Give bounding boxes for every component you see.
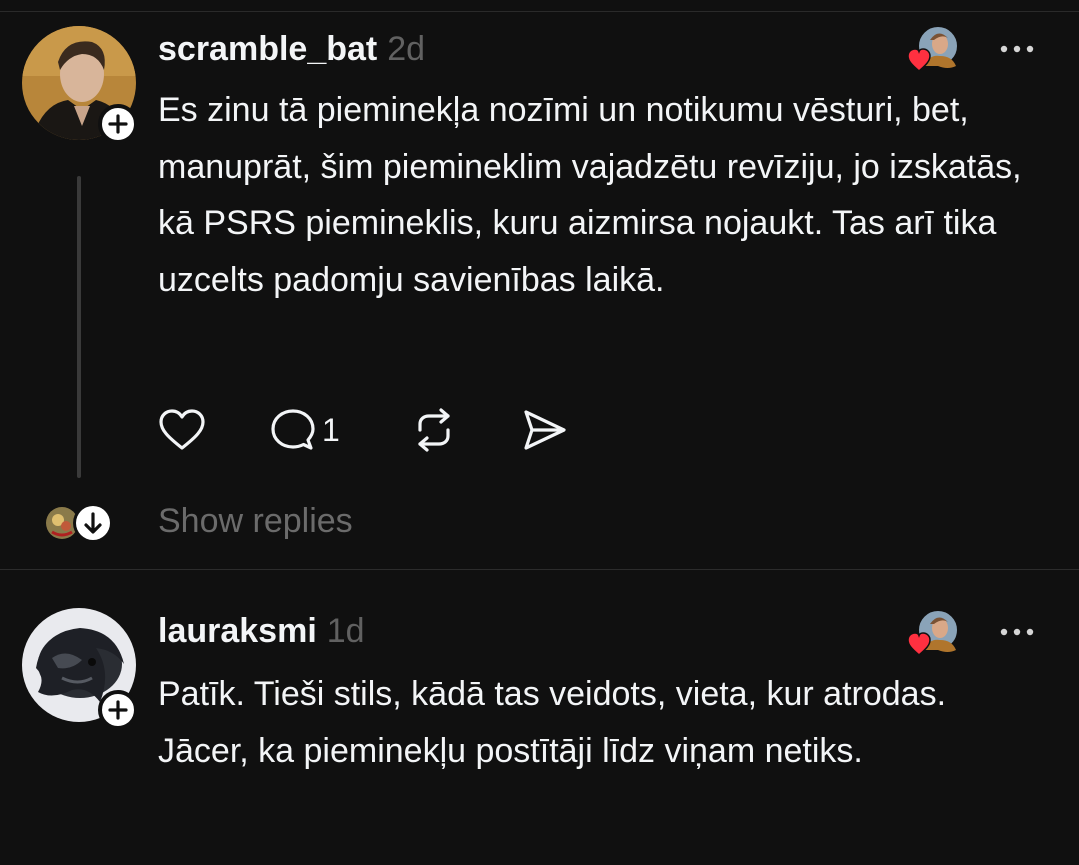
reply-avatars[interactable] [44,502,116,544]
timestamp: 1d [326,612,365,650]
more-options-button[interactable] [998,39,1038,59]
more-icon [1000,628,1034,636]
follow-button[interactable] [98,104,138,144]
timestamp: 2d [387,30,426,68]
follow-button[interactable] [98,690,138,730]
thread-page: scramble_bat 2d Es zinu tā pieminekļa noz [0,0,1079,865]
thread-line [77,176,81,478]
post-text: Patīk. Tieši stils, kādā tas veidots, vi… [158,675,947,770]
post-header: lauraksmi 1d [158,612,365,651]
liked-by-author-avatar [907,609,959,656]
post-header: scramble_bat 2d [158,30,425,69]
plus-icon [108,114,128,134]
heart-icon [159,409,205,450]
username[interactable]: scramble_bat [158,30,377,68]
heart-badge-icon [907,48,931,72]
repost-button[interactable] [410,408,458,452]
heart-badge-icon [907,632,931,656]
comment-icon [271,409,315,450]
reply-count: 1 [322,411,340,448]
show-replies-link[interactable]: Show replies [158,502,353,541]
repost-icon [418,408,450,452]
top-divider [0,11,1079,12]
more-icon [1000,45,1034,53]
liked-by-author-avatar [907,25,959,72]
post-text: Es zinu tā pieminekļa nozīmi un notikumu… [158,91,1022,299]
share-button[interactable] [520,408,568,452]
send-icon [524,410,566,450]
more-options-button[interactable] [998,622,1038,642]
reply-button[interactable]: 1 [270,408,340,452]
like-button[interactable] [158,408,206,452]
post-divider [0,569,1079,570]
plus-icon [108,700,128,720]
username[interactable]: lauraksmi [158,612,317,650]
